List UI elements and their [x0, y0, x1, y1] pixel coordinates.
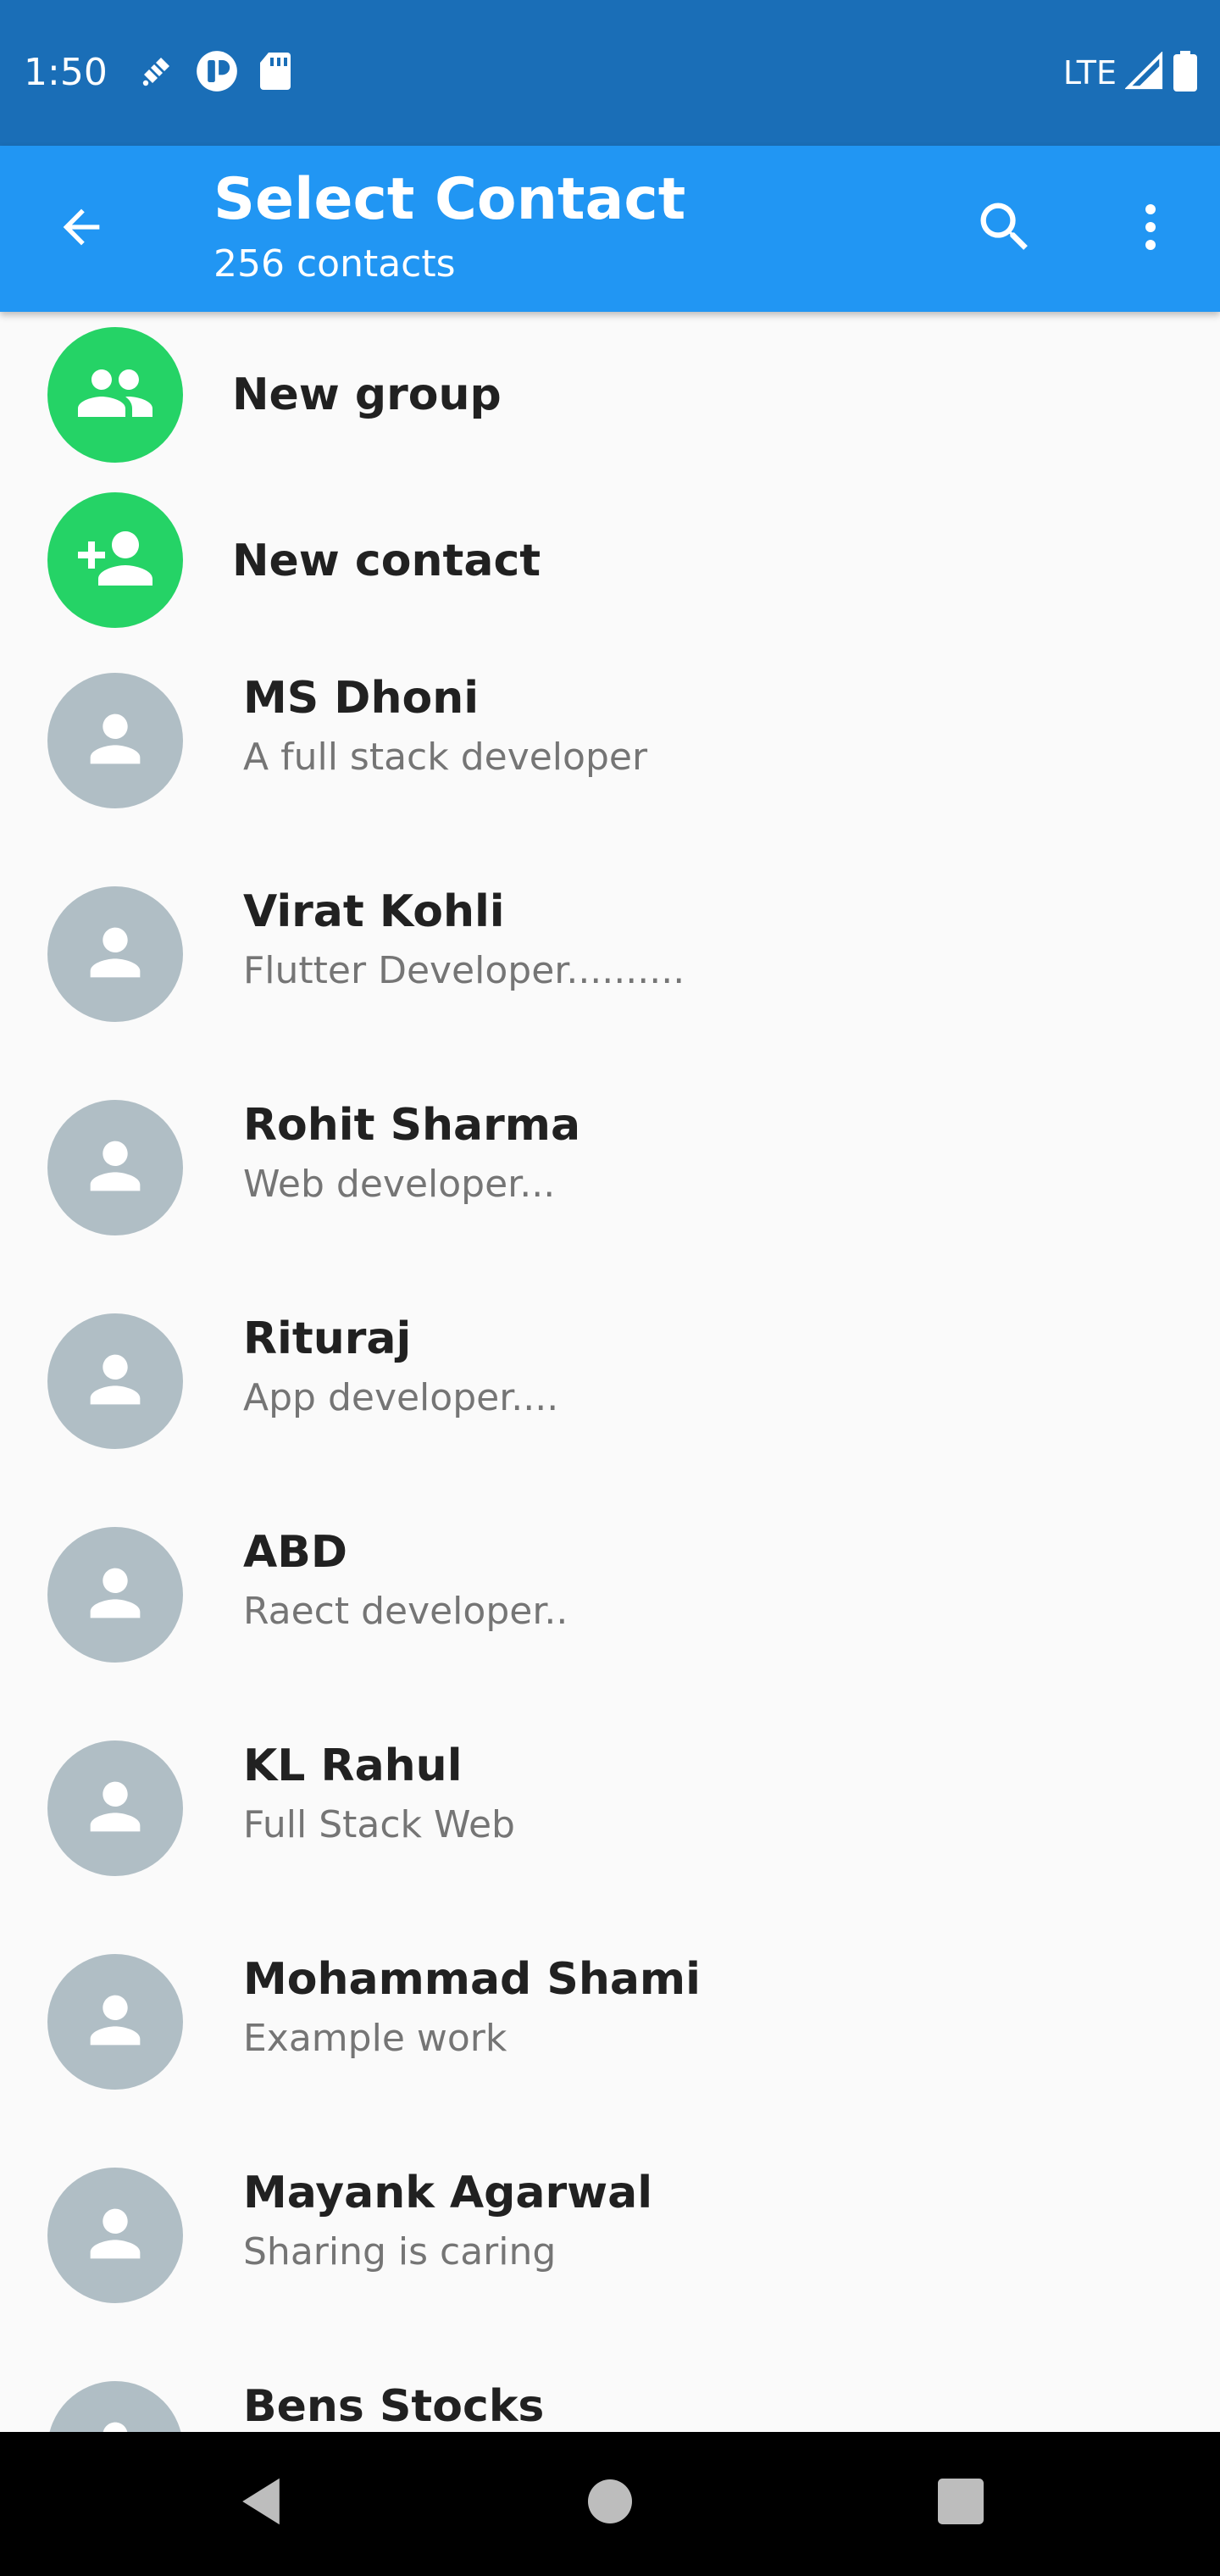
- group-icon: [75, 353, 156, 438]
- contact-row[interactable]: Mayank Agarwal Sharing is caring: [0, 2144, 1220, 2357]
- navigation-bar: [0, 2432, 1220, 2576]
- contact-name: KL Rahul: [243, 1740, 463, 1791]
- nav-back-icon: [237, 2476, 285, 2531]
- contact-row[interactable]: Mohammad Shami Example work: [0, 1930, 1220, 2144]
- contact-row[interactable]: Rohit Sharma Web developer...: [0, 1076, 1220, 1290]
- contact-status: Full Stack Web: [243, 1803, 515, 1846]
- search-button[interactable]: [969, 193, 1040, 264]
- contact-status: Web developer...: [243, 1163, 556, 1206]
- contact-status: Raect developer..: [243, 1590, 568, 1633]
- contact-status: Sharing is caring: [243, 2230, 557, 2273]
- contact-status: App developer....: [243, 1376, 559, 1419]
- person-icon: [78, 2196, 152, 2275]
- back-arrow-icon: [54, 200, 108, 258]
- nav-recents-button[interactable]: [927, 2469, 995, 2537]
- person-icon: [78, 915, 152, 994]
- person-icon: [78, 2410, 152, 2432]
- nav-recents-icon: [938, 2478, 984, 2529]
- sd-card-icon: [258, 51, 293, 96]
- avatar: [47, 1100, 183, 1235]
- person-icon: [78, 702, 152, 780]
- contact-row[interactable]: Bens Stocks: [0, 2357, 1220, 2432]
- contact-row[interactable]: MS Dhoni A full stack developer: [0, 649, 1220, 863]
- more-vert-icon: [1120, 197, 1181, 262]
- contact-count: 256 contacts: [214, 242, 456, 286]
- person-icon: [78, 1129, 152, 1208]
- status-system-icons: LTE: [1063, 49, 1198, 97]
- battery-icon: [1173, 50, 1198, 96]
- new-group-avatar: [47, 327, 183, 463]
- contact-row[interactable]: ABD Raect developer..: [0, 1503, 1220, 1717]
- avatar: [47, 673, 183, 808]
- avatar: [47, 2381, 183, 2432]
- avatar: [47, 886, 183, 1022]
- person-add-icon: [75, 518, 156, 603]
- contact-list[interactable]: New group New contact MS Dhoni A full st…: [0, 312, 1220, 2432]
- contact-name: Mohammad Shami: [243, 1954, 701, 2005]
- person-icon: [78, 1769, 152, 1848]
- back-button[interactable]: [47, 195, 115, 263]
- person-icon: [78, 1556, 152, 1635]
- person-icon: [78, 1342, 152, 1421]
- contact-status: A full stack developer: [243, 736, 648, 779]
- more-options-button[interactable]: [1115, 193, 1186, 264]
- new-contact-avatar: [47, 492, 183, 628]
- contact-name: Bens Stocks: [243, 2381, 545, 2432]
- satellite-icon: [136, 51, 176, 96]
- new-contact-label: New contact: [232, 536, 541, 586]
- contact-status: Flutter Developer..........: [243, 949, 685, 992]
- new-contact-row[interactable]: New contact: [0, 478, 1220, 644]
- contact-name: Rituraj: [243, 1313, 412, 1364]
- new-group-label: New group: [232, 369, 502, 420]
- contact-name: MS Dhoni: [243, 673, 480, 724]
- avatar: [47, 1527, 183, 1663]
- page-title: Select Contact: [214, 166, 686, 233]
- nav-home-button[interactable]: [576, 2469, 644, 2537]
- nav-home-icon: [588, 2479, 632, 2528]
- status-notification-icons: [136, 49, 293, 97]
- contact-row[interactable]: KL Rahul Full Stack Web: [0, 1717, 1220, 1930]
- contact-name: ABD: [243, 1527, 348, 1578]
- status-time: 1:50: [24, 51, 108, 94]
- contact-row[interactable]: Rituraj App developer....: [0, 1290, 1220, 1503]
- app-notification-icon: [195, 49, 239, 97]
- avatar: [47, 2168, 183, 2303]
- contact-name: Rohit Sharma: [243, 1100, 581, 1151]
- network-type: LTE: [1062, 54, 1117, 92]
- contact-name: Mayank Agarwal: [243, 2168, 653, 2218]
- avatar: [47, 1954, 183, 2090]
- avatar: [47, 1740, 183, 1876]
- contact-status: Example work: [243, 2017, 507, 2060]
- app-bar: Select Contact 256 contacts: [0, 146, 1220, 312]
- nav-back-button[interactable]: [227, 2469, 295, 2537]
- contact-row[interactable]: Virat Kohli Flutter Developer..........: [0, 863, 1220, 1076]
- signal-icon: [1124, 50, 1164, 95]
- person-icon: [78, 1983, 152, 2062]
- status-bar: 1:50 LTE: [0, 0, 1220, 146]
- avatar: [47, 1313, 183, 1449]
- search-icon: [973, 195, 1037, 264]
- new-group-row[interactable]: New group: [0, 312, 1220, 478]
- contact-name: Virat Kohli: [243, 886, 505, 937]
